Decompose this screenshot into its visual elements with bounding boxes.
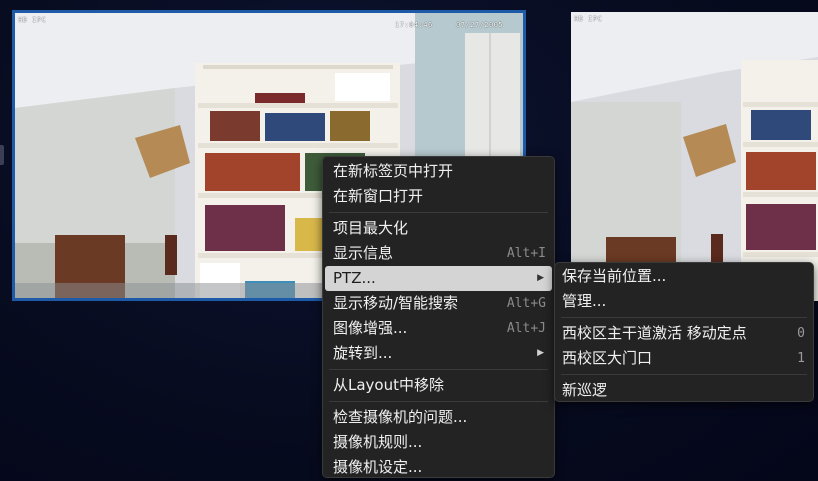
menu-item-label: 西校区大门口 (562, 349, 653, 367)
shortcut-label: Alt+G (506, 296, 546, 311)
menu-item-label: 保存当前位置... (562, 267, 667, 285)
ptz-submenu: 保存当前位置... 管理... 西校区主干道激活 移动定点 0 西校区大门口 1… (554, 262, 814, 402)
menu-camera-settings[interactable]: 摄像机设定... (325, 455, 552, 480)
menu-item-label: PTZ... (333, 269, 376, 287)
camera-feed-secondary (571, 12, 818, 301)
submenu-arrow-icon: ▶ (537, 348, 544, 358)
preset-number: 1 (797, 351, 805, 366)
menu-item-label: 显示移动/智能搜索 (333, 294, 459, 312)
menu-item-label: 摄像机设定... (333, 458, 423, 476)
menu-item-label: 新巡逻 (562, 381, 608, 399)
menu-separator (329, 401, 548, 402)
menu-check-camera-issues[interactable]: 检查摄像机的问题... (325, 405, 552, 430)
menu-maximize-item[interactable]: 项目最大化 (325, 216, 552, 241)
ptz-preset-item[interactable]: 西校区主干道激活 移动定点 0 (557, 321, 811, 346)
menu-separator (329, 369, 548, 370)
osd-date: 07/27/2005 (456, 21, 504, 29)
osd-label: HD IPC (18, 16, 47, 24)
menu-item-label: 图像增强... (333, 319, 408, 337)
menu-item-label: 旋转到... (333, 344, 393, 362)
menu-camera-rules[interactable]: 摄像机规则... (325, 430, 552, 455)
video-wall: HD IPC 17:04:46 07/27/2005 HD IPC 在新标签页中… (0, 0, 818, 481)
preset-number: 0 (797, 326, 805, 341)
menu-item-label: 西校区主干道激活 移动定点 (562, 324, 747, 342)
menu-item-label: 项目最大化 (333, 219, 409, 237)
menu-item-label: 管理... (562, 292, 607, 310)
ptz-new-tour[interactable]: 新巡逻 (557, 378, 811, 403)
menu-ptz[interactable]: PTZ... ▶ (325, 266, 552, 291)
menu-item-label: 检查摄像机的问题... (333, 408, 468, 426)
menu-rotate-to[interactable]: 旋转到... ▶ (325, 341, 552, 366)
menu-separator (329, 212, 548, 213)
osd-label: HD IPC (574, 15, 603, 23)
menu-item-label: 在新窗口打开 (333, 187, 424, 205)
menu-motion-search[interactable]: 显示移动/智能搜索 Alt+G (325, 291, 552, 316)
menu-open-new-window[interactable]: 在新窗口打开 (325, 184, 552, 209)
menu-item-label: 显示信息 (333, 244, 394, 262)
menu-open-new-tab[interactable]: 在新标签页中打开 (325, 159, 552, 184)
ptz-manage[interactable]: 管理... (557, 289, 811, 314)
side-panel-handle[interactable] (0, 145, 4, 165)
menu-image-enhance[interactable]: 图像增强... Alt+J (325, 316, 552, 341)
menu-remove-from-layout[interactable]: 从Layout中移除 (325, 373, 552, 398)
context-menu: 在新标签页中打开 在新窗口打开 项目最大化 显示信息 Alt+I PTZ... … (322, 156, 555, 478)
ptz-preset-item[interactable]: 西校区大门口 1 (557, 346, 811, 371)
menu-item-label: 摄像机规则... (333, 433, 423, 451)
menu-item-label: 在新标签页中打开 (333, 162, 454, 180)
menu-show-info[interactable]: 显示信息 Alt+I (325, 241, 552, 266)
submenu-arrow-icon: ▶ (537, 273, 544, 283)
ptz-save-position[interactable]: 保存当前位置... (557, 264, 811, 289)
osd-time: 17:04:46 (395, 21, 433, 29)
shortcut-label: Alt+I (506, 246, 546, 261)
camera-tile-secondary[interactable]: HD IPC (571, 12, 818, 301)
menu-separator (561, 374, 807, 375)
menu-item-label: 从Layout中移除 (333, 376, 444, 394)
shortcut-label: Alt+J (506, 321, 546, 336)
menu-separator (561, 317, 807, 318)
